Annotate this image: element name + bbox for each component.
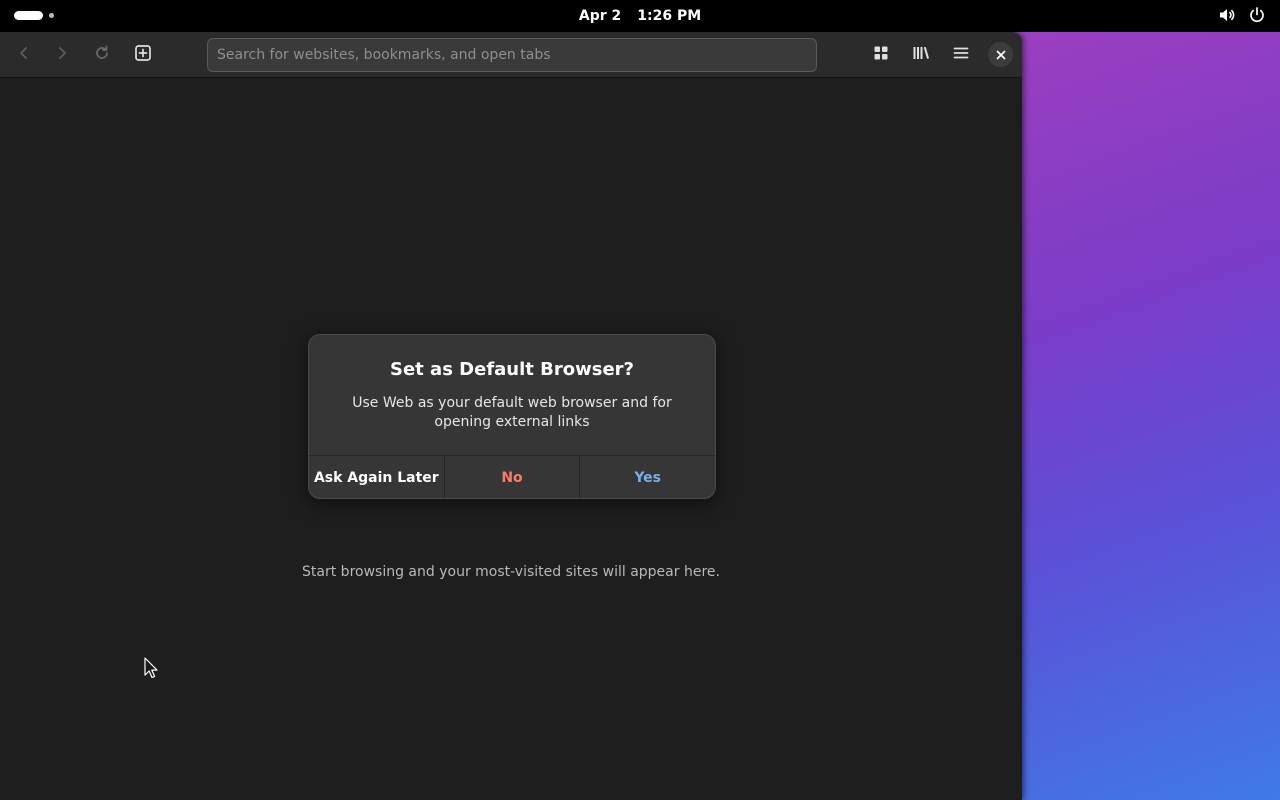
- reload-icon: [93, 44, 111, 66]
- power-icon: [1248, 6, 1266, 24]
- dialog-title: Set as Default Browser?: [390, 359, 634, 380]
- dialog-actions: Ask Again Later No Yes: [309, 455, 715, 498]
- default-browser-dialog: Set as Default Browser? Use Web as your …: [308, 334, 716, 499]
- no-button[interactable]: No: [443, 456, 580, 498]
- header-bar: [0, 32, 1022, 78]
- clock[interactable]: Apr 2 1:26 PM: [579, 8, 701, 24]
- volume-icon: [1218, 6, 1236, 24]
- library-button[interactable]: [906, 40, 936, 70]
- ask-again-later-button[interactable]: Ask Again Later: [309, 456, 444, 498]
- most-visited-empty-message: Start browsing and your most-visited sit…: [302, 564, 720, 580]
- workspace-indicator-active: [14, 11, 43, 20]
- clock-date: Apr 2: [578, 8, 622, 24]
- top-bar: Apr 2 1:26 PM: [0, 0, 1280, 32]
- back-arrow-icon: [16, 45, 32, 65]
- close-icon: [996, 45, 1006, 64]
- new-tab-button[interactable]: [128, 40, 158, 70]
- tab-overview-button[interactable]: [866, 40, 896, 70]
- forward-arrow-icon: [54, 45, 70, 65]
- new-tab-icon: [134, 44, 152, 66]
- url-input[interactable]: [217, 47, 807, 63]
- reload-button[interactable]: [87, 40, 117, 70]
- clock-time: 1:26 PM: [637, 8, 702, 24]
- close-window-button[interactable]: [988, 42, 1013, 67]
- mouse-pointer-icon: [144, 657, 158, 683]
- activities-button[interactable]: [14, 11, 54, 20]
- main-menu-button[interactable]: [946, 40, 976, 70]
- library-icon: [912, 45, 930, 65]
- hamburger-menu-icon: [953, 45, 969, 65]
- yes-button[interactable]: Yes: [579, 456, 715, 498]
- dialog-body: Use Web as your default web browser and …: [352, 395, 672, 430]
- url-bar[interactable]: [207, 38, 817, 72]
- workspace-indicator: [49, 13, 54, 18]
- forward-button[interactable]: [47, 40, 77, 70]
- system-tray[interactable]: [1218, 6, 1266, 24]
- back-button[interactable]: [9, 40, 39, 70]
- grid-icon: [873, 45, 889, 65]
